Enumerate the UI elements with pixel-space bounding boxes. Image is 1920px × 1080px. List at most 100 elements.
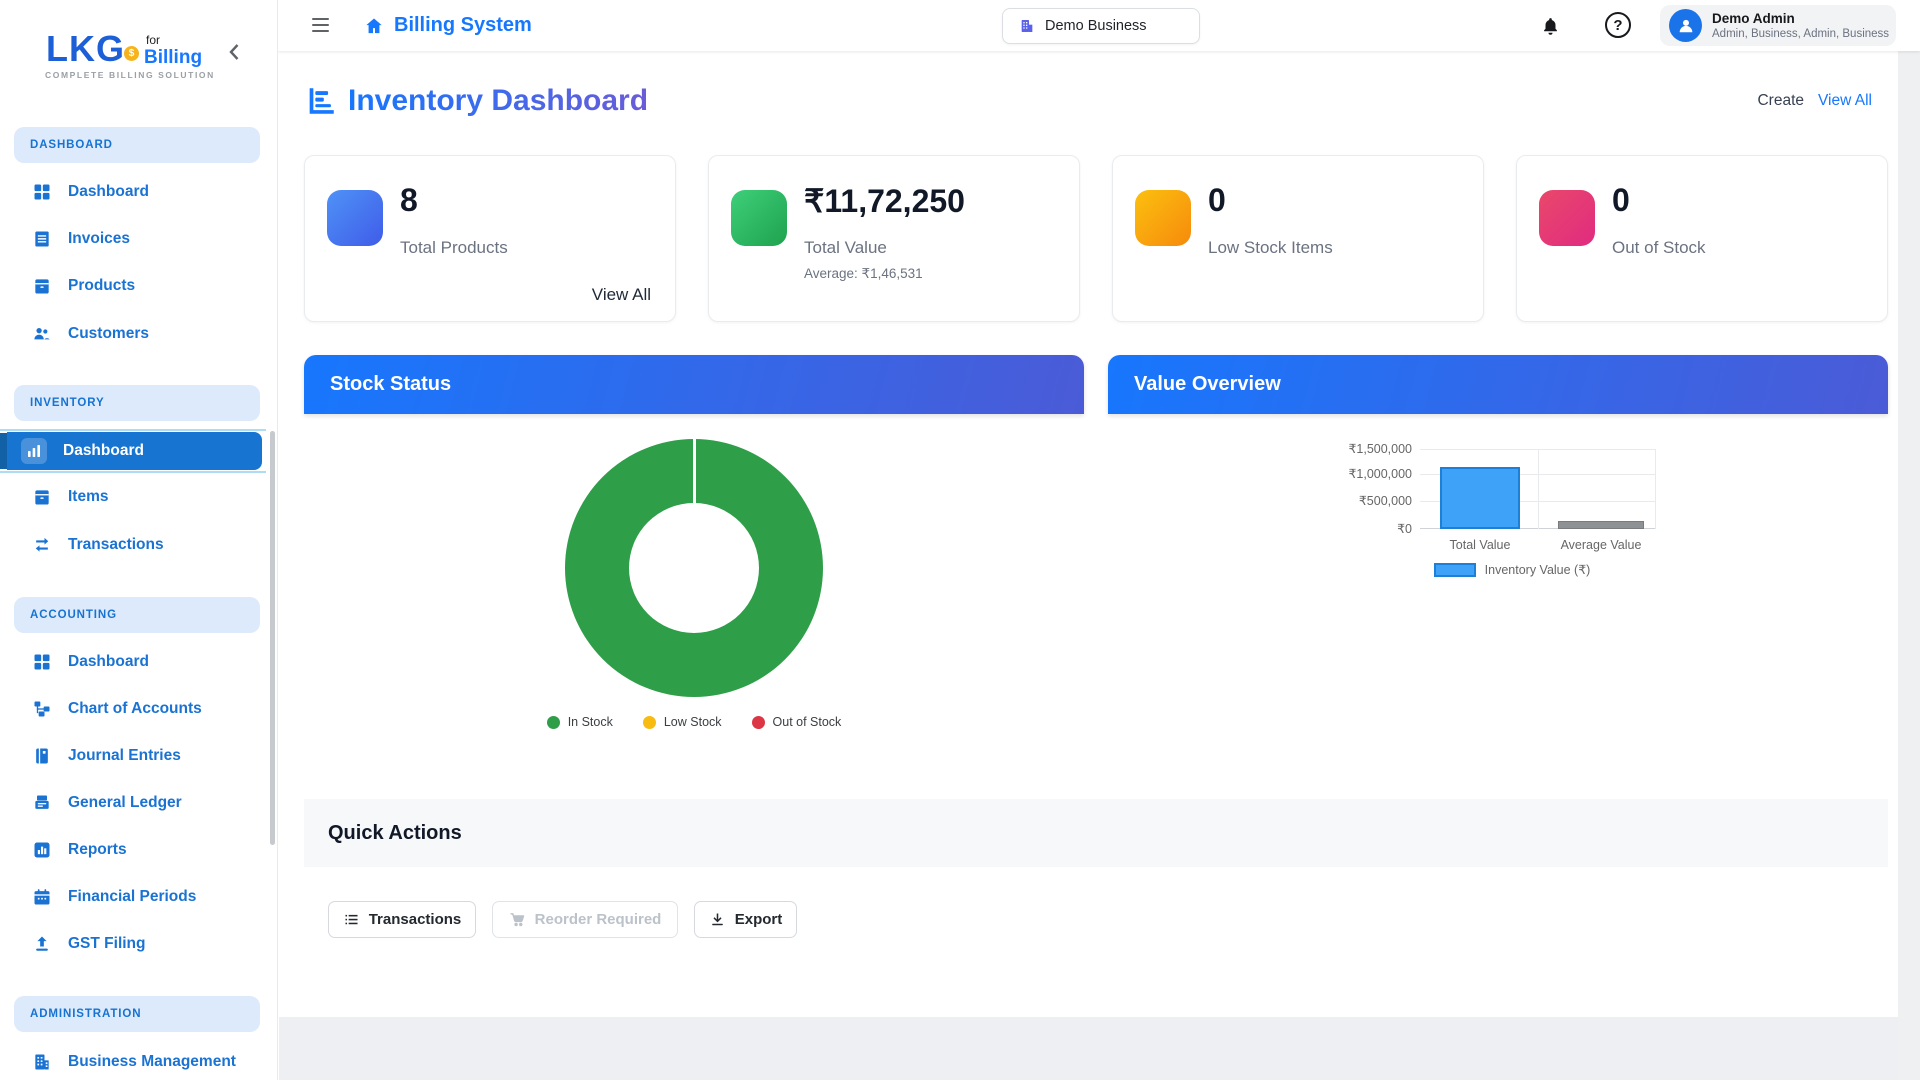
topbar: Billing System Demo Business ? Demo Admi…	[278, 0, 1920, 51]
total-value-card: ₹11,72,250 Total Value Average: ₹1,46,53…	[708, 155, 1080, 322]
sidebar-item-customers[interactable]: Customers	[14, 314, 260, 354]
active-item-accent	[0, 433, 7, 469]
coin-icon: $	[124, 46, 139, 61]
sidebar-section-accounting: ACCOUNTING	[14, 597, 260, 633]
reorder-required-button[interactable]: Reorder Required	[492, 901, 678, 938]
y-tick-label: ₹1,000,000	[1312, 466, 1412, 481]
sidebar-item-invoices[interactable]: Invoices	[14, 219, 260, 259]
user-menu[interactable]: Demo Admin Admin, Business, Admin, Busin…	[1660, 5, 1896, 46]
brand-tagline: COMPLETE BILLING SOLUTION	[45, 70, 215, 80]
app-title[interactable]: Billing System	[364, 0, 532, 51]
legend-item-out-of-stock: Out of Stock	[752, 715, 842, 729]
grid-icon	[32, 182, 52, 202]
view-all-link[interactable]: View All	[1818, 92, 1872, 110]
low-stock-card: 0 Low Stock Items	[1112, 155, 1484, 322]
sidebar-item-inventory-dashboard[interactable]: Dashboard	[0, 429, 266, 473]
quick-actions-band: Quick Actions	[304, 799, 1888, 867]
business-selector-button[interactable]: Demo Business	[1002, 8, 1200, 44]
stat-label: Low Stock Items	[1208, 238, 1333, 258]
bar-average-value	[1558, 521, 1644, 529]
legend-item-in-stock: In Stock	[547, 715, 613, 729]
inventory-chart-icon	[304, 84, 338, 118]
list-icon	[343, 911, 360, 928]
total-products-card: 8 Total Products View All	[304, 155, 676, 322]
panel-title: Value Overview	[1134, 373, 1281, 396]
brand-logo: LKG	[46, 28, 125, 70]
ledger-icon	[32, 793, 52, 813]
app-root: LKG $ for Billing COMPLETE BILLING SOLUT…	[0, 0, 1920, 1080]
content-background	[279, 1017, 1920, 1080]
help-button[interactable]: ?	[1605, 12, 1631, 38]
value-bar-chart	[1420, 449, 1656, 529]
sidebar-collapse-button[interactable]	[223, 40, 247, 64]
stat-value: 0	[1208, 182, 1226, 219]
low-stock-icon	[1135, 190, 1191, 246]
create-link[interactable]: Create	[1757, 92, 1804, 110]
page-actions: Create View All	[1757, 92, 1872, 110]
x-tick-label: Total Value	[1420, 538, 1540, 552]
swap-arrows-icon	[32, 535, 52, 555]
out-of-stock-icon	[1539, 190, 1595, 246]
x-tick-label: Average Value	[1538, 538, 1664, 552]
notifications-button[interactable]	[1536, 12, 1564, 40]
y-tick-label: ₹500,000	[1312, 493, 1412, 508]
stat-label: Total Value	[804, 238, 887, 258]
sidebar-item-business-management[interactable]: Business Management	[14, 1042, 260, 1080]
donut-separator	[693, 439, 696, 505]
y-tick-label: ₹0	[1312, 521, 1412, 536]
user-roles: Admin, Business, Admin, Business	[1712, 28, 1889, 40]
person-icon	[1676, 16, 1696, 36]
sidebar-item-financial-periods[interactable]: Financial Periods	[14, 877, 260, 917]
legend-item-low-stock: Low Stock	[643, 715, 722, 729]
sidebar-item-items[interactable]: Items	[14, 477, 260, 517]
upload-icon	[32, 934, 52, 954]
cart-icon	[509, 911, 526, 928]
page-scrollbar[interactable]	[1898, 51, 1920, 1080]
home-icon	[364, 16, 384, 36]
sidebar-item-accounting-dashboard[interactable]: Dashboard	[14, 642, 260, 682]
value-overview-header: Value Overview	[1108, 355, 1888, 414]
invoice-icon	[32, 229, 52, 249]
sidebar-item-reports[interactable]: Reports	[14, 830, 260, 870]
gridline	[1538, 449, 1539, 529]
brand-for-text: for	[146, 33, 160, 47]
sidebar-item-chart-of-accounts[interactable]: Chart of Accounts	[14, 689, 260, 729]
sidebar-item-transactions[interactable]: Transactions	[14, 525, 260, 565]
transactions-button[interactable]: Transactions	[328, 901, 476, 938]
donut-hole	[629, 503, 759, 633]
sidebar: LKG $ for Billing COMPLETE BILLING SOLUT…	[0, 0, 278, 1080]
section-label: INVENTORY	[30, 397, 105, 409]
export-button[interactable]: Export	[694, 901, 797, 938]
avatar	[1669, 9, 1702, 42]
sidebar-section-inventory: INVENTORY	[14, 385, 260, 421]
sidebar-item-journal-entries[interactable]: Journal Entries	[14, 736, 260, 776]
user-name: Demo Admin	[1712, 11, 1889, 26]
stat-value: ₹11,72,250	[804, 182, 965, 220]
legend-dot	[643, 716, 656, 729]
sidebar-section-dashboard: DASHBOARD	[14, 127, 260, 163]
stat-label: Out of Stock	[1612, 238, 1706, 258]
chevron-left-icon	[223, 40, 247, 64]
people-icon	[32, 324, 52, 344]
stat-label: Total Products	[400, 238, 508, 258]
y-tick-label: ₹1,500,000	[1312, 441, 1412, 456]
quick-actions-title: Quick Actions	[328, 822, 462, 845]
question-icon: ?	[1613, 17, 1622, 34]
journal-icon	[32, 746, 52, 766]
page-title: Inventory Dashboard	[348, 84, 648, 118]
download-icon	[709, 911, 726, 928]
sidebar-scrollbar-thumb[interactable]	[270, 431, 275, 845]
bell-icon	[1536, 14, 1564, 38]
value-chart-legend: Inventory Value (₹)	[1397, 562, 1627, 577]
sidebar-item-general-ledger[interactable]: General Ledger	[14, 783, 260, 823]
stat-value: 8	[400, 182, 418, 219]
sidebar-item-gst-filing[interactable]: GST Filing	[14, 924, 260, 964]
card-view-all-link[interactable]: View All	[592, 285, 651, 305]
legend-dot	[547, 716, 560, 729]
sidebar-item-products[interactable]: Products	[14, 266, 260, 306]
grid-icon	[32, 652, 52, 672]
bar-chart-icon	[21, 438, 47, 464]
hamburger-menu-button[interactable]	[312, 14, 336, 36]
box-icon	[32, 487, 52, 507]
sidebar-item-dashboard[interactable]: Dashboard	[14, 172, 260, 212]
